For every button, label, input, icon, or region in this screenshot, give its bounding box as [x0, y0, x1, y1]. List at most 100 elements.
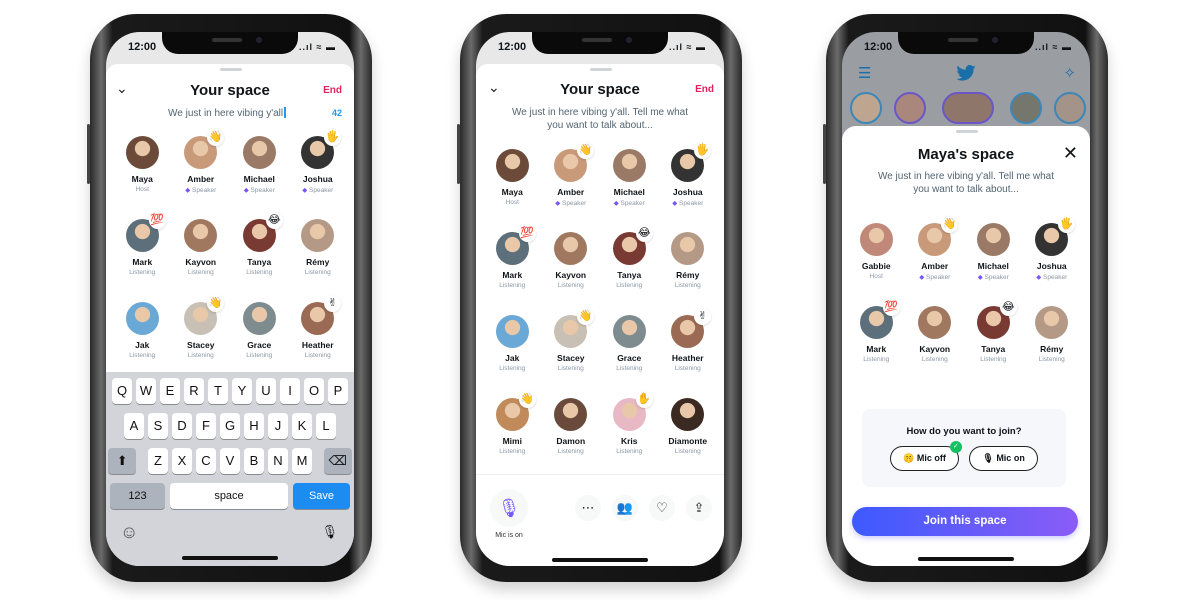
- avatar[interactable]: 💯: [495, 225, 536, 265]
- key-s[interactable]: S: [147, 413, 169, 439]
- participant[interactable]: Jak Listening: [483, 315, 542, 398]
- fleet-avatar[interactable]: [850, 92, 882, 124]
- mic-on-option[interactable]: 🎙 Mic on: [969, 446, 1038, 471]
- people-button[interactable]: 👥: [612, 495, 638, 521]
- key-v[interactable]: V: [219, 448, 241, 474]
- participant[interactable]: 👋 Amber ◆ Speaker: [172, 129, 231, 219]
- avatar[interactable]: 👋: [918, 216, 959, 256]
- avatar[interactable]: 👋: [184, 295, 225, 335]
- participant[interactable]: 🖐 Joshua ◆ Speaker: [1023, 216, 1082, 306]
- share-button[interactable]: ⇪: [686, 495, 712, 521]
- fleet-avatar[interactable]: [942, 92, 994, 124]
- participant[interactable]: 👋 Amber ◆ Speaker: [542, 142, 601, 232]
- participant[interactable]: Michael ◆ Speaker: [600, 149, 659, 232]
- key-r[interactable]: R: [183, 378, 205, 404]
- avatar[interactable]: [612, 149, 646, 182]
- participant[interactable]: 😂 Tanya Listening: [964, 299, 1023, 389]
- sparkle-icon[interactable]: ✧: [1063, 64, 1076, 82]
- menu-icon[interactable]: ☰: [858, 64, 871, 82]
- end-button[interactable]: End: [695, 84, 714, 95]
- avatar[interactable]: 🖐: [1035, 216, 1076, 256]
- avatar[interactable]: [125, 136, 159, 169]
- key-g[interactable]: G: [219, 413, 241, 439]
- participant[interactable]: Rémy Listening: [659, 232, 718, 315]
- participant[interactable]: 👋 Amber ◆ Speaker: [906, 216, 965, 306]
- key-e[interactable]: E: [159, 378, 181, 404]
- avatar[interactable]: [301, 219, 335, 252]
- key-c[interactable]: C: [195, 448, 217, 474]
- shift-key[interactable]: ⬆: [108, 448, 137, 474]
- avatar[interactable]: 👋: [554, 142, 595, 182]
- avatar[interactable]: [495, 149, 529, 182]
- grabber[interactable]: [220, 68, 242, 71]
- participant[interactable]: 👋 Stacey Listening: [542, 308, 601, 398]
- key-o[interactable]: O: [303, 378, 325, 404]
- grabber[interactable]: [956, 130, 978, 133]
- avatar[interactable]: [1035, 306, 1069, 339]
- key-x[interactable]: X: [171, 448, 193, 474]
- key-j[interactable]: J: [267, 413, 289, 439]
- key-p[interactable]: P: [327, 378, 349, 404]
- participant[interactable]: 🖐 Joshua ◆ Speaker: [289, 129, 348, 219]
- avatar[interactable]: ✌: [301, 295, 342, 335]
- join-space-button[interactable]: Join this space: [852, 507, 1078, 536]
- participant[interactable]: 💯 Mark Listening: [113, 212, 172, 302]
- participant[interactable]: Maya Host: [113, 136, 172, 219]
- participant[interactable]: Kayvon Listening: [172, 219, 231, 302]
- participant[interactable]: 😂 Tanya Listening: [600, 225, 659, 315]
- participant[interactable]: 👋 Mimi Listening: [483, 391, 542, 481]
- key-q[interactable]: Q: [111, 378, 133, 404]
- mic-off-option[interactable]: 🤫 Mic off ✓: [890, 441, 962, 471]
- participant[interactable]: Gabbie Host: [847, 223, 906, 306]
- participant[interactable]: 😂 Tanya Listening: [230, 212, 289, 302]
- key-u[interactable]: U: [255, 378, 277, 404]
- key-y[interactable]: Y: [231, 378, 253, 404]
- participant[interactable]: ✋ Kris Listening: [600, 391, 659, 481]
- avatar[interactable]: 👋: [495, 391, 536, 431]
- more-button[interactable]: ⋯: [575, 495, 601, 521]
- avatar[interactable]: 🖐: [671, 142, 712, 182]
- key-i[interactable]: I: [279, 378, 301, 404]
- participant[interactable]: Damon Listening: [542, 398, 601, 481]
- avatar[interactable]: [918, 306, 952, 339]
- avatar[interactable]: 😂: [976, 299, 1017, 339]
- key-t[interactable]: T: [207, 378, 229, 404]
- avatar[interactable]: [242, 136, 276, 169]
- avatar[interactable]: 💯: [125, 212, 166, 252]
- avatar[interactable]: [495, 315, 529, 348]
- participant[interactable]: 💯 Mark Listening: [483, 225, 542, 315]
- numbers-key[interactable]: 123: [110, 483, 165, 509]
- participant[interactable]: Michael ◆ Speaker: [230, 136, 289, 219]
- avatar[interactable]: 😂: [242, 212, 283, 252]
- avatar[interactable]: [554, 232, 588, 265]
- avatar[interactable]: [184, 219, 218, 252]
- emoji-keyboard-icon[interactable]: ☺: [120, 522, 138, 543]
- key-d[interactable]: D: [171, 413, 193, 439]
- end-button[interactable]: End: [323, 85, 342, 96]
- avatar[interactable]: 😂: [612, 225, 653, 265]
- participant[interactable]: 💯 Mark Listening: [847, 299, 906, 389]
- avatar[interactable]: ✌: [671, 308, 712, 348]
- avatar[interactable]: [125, 302, 159, 335]
- participant[interactable]: 🖐 Joshua ◆ Speaker: [659, 142, 718, 232]
- key-k[interactable]: K: [291, 413, 313, 439]
- avatar[interactable]: [859, 223, 893, 256]
- microphone-button[interactable]: 🎙: [490, 489, 528, 527]
- avatar[interactable]: [671, 398, 705, 431]
- space-title-input[interactable]: We just in here vibing y'all: [168, 107, 286, 119]
- fleet-avatar[interactable]: [1054, 92, 1086, 124]
- avatar[interactable]: [976, 223, 1010, 256]
- save-key[interactable]: Save: [293, 483, 350, 509]
- key-z[interactable]: Z: [147, 448, 169, 474]
- key-w[interactable]: W: [135, 378, 157, 404]
- key-b[interactable]: B: [243, 448, 265, 474]
- key-h[interactable]: H: [243, 413, 265, 439]
- participant[interactable]: Kayvon Listening: [906, 306, 965, 389]
- fleet-avatar[interactable]: [1010, 92, 1042, 124]
- avatar[interactable]: 🖐: [301, 129, 342, 169]
- avatar[interactable]: [671, 232, 705, 265]
- dictation-mic-icon[interactable]: 🎙: [321, 524, 338, 540]
- participant[interactable]: Kayvon Listening: [542, 232, 601, 315]
- avatar[interactable]: 👋: [554, 308, 595, 348]
- participant[interactable]: ✌ Heather Listening: [659, 308, 718, 398]
